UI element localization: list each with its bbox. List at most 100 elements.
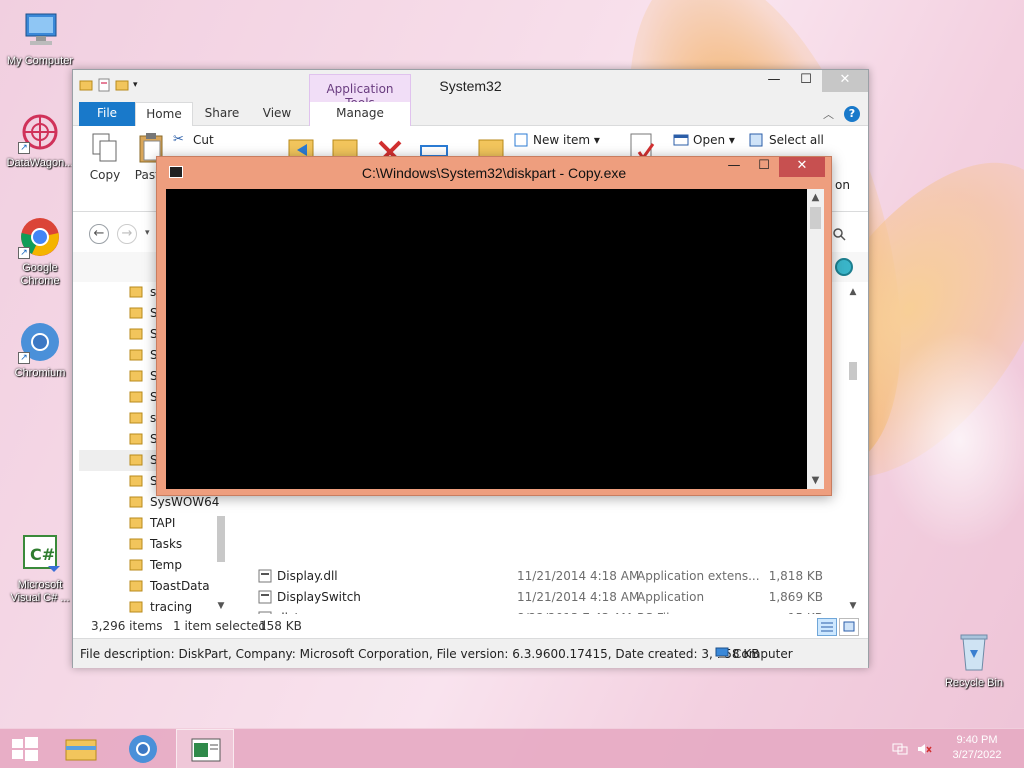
desktop-icon-visual-csharp[interactable]: C# Microsoft Visual C# ... xyxy=(2,532,78,605)
console-title-bar[interactable]: C:\Windows\System32\diskpart - Copy.exe … xyxy=(157,157,831,189)
tab-home[interactable]: Home xyxy=(135,102,193,127)
help-icon[interactable]: ? xyxy=(844,106,860,122)
desktop-icon-google-chrome[interactable]: ↗ Google Chrome xyxy=(2,215,78,288)
file-list-scrollbar[interactable]: ▲ ▼ xyxy=(847,282,861,614)
scroll-down-icon[interactable]: ▼ xyxy=(215,600,227,612)
search-icon[interactable] xyxy=(831,226,851,246)
file-name: Display.dll xyxy=(277,569,338,583)
folder-icon xyxy=(129,328,143,340)
tree-item[interactable]: TAPI xyxy=(79,513,229,534)
file-date: 11/21/2014 4:18 AM xyxy=(517,569,640,583)
tab-view[interactable]: View xyxy=(251,102,303,126)
collapse-ribbon-icon[interactable]: ︿ xyxy=(823,106,834,122)
tab-share[interactable]: Share xyxy=(195,102,249,126)
tree-item[interactable]: ToastData xyxy=(79,576,229,597)
taskbar-file-explorer[interactable] xyxy=(52,729,110,768)
recent-locations-icon[interactable]: ▾ xyxy=(145,228,150,238)
desktop-icon-datawagon[interactable]: ↗ DataWagon... xyxy=(2,110,78,170)
scroll-down-icon[interactable]: ▼ xyxy=(807,472,824,489)
file-name: DisplaySwitch xyxy=(277,590,361,604)
console-output-area[interactable] xyxy=(166,189,807,489)
scroll-up-icon[interactable]: ▲ xyxy=(847,286,859,298)
back-button[interactable]: ← xyxy=(89,224,109,244)
close-button[interactable]: ✕ xyxy=(779,157,825,177)
details-pane: File description: DiskPart, Company: Mic… xyxy=(73,638,868,668)
sync-status-icon xyxy=(835,258,853,276)
recycle-bin-icon xyxy=(952,630,996,674)
folder-icon xyxy=(129,286,143,298)
chromium-icon xyxy=(129,735,157,763)
desktop-icon-recycle-bin[interactable]: Recycle Bin xyxy=(936,630,1012,690)
tab-manage[interactable]: Manage xyxy=(309,102,411,126)
explorer-title-bar[interactable]: ▾ Application Tools System32 — ☐ ✕ xyxy=(73,70,868,126)
ribbon-help-area: ︿ ? xyxy=(823,106,860,122)
scroll-up-icon[interactable]: ▲ xyxy=(807,189,824,206)
desktop-icon-my-computer[interactable]: My Computer xyxy=(2,8,78,68)
file-icon xyxy=(258,569,272,583)
open-icon xyxy=(673,133,689,147)
tree-item[interactable]: tracing xyxy=(79,597,229,614)
tree-item[interactable]: Tasks xyxy=(79,534,229,555)
select-all-button[interactable]: Select all xyxy=(749,133,824,147)
clock[interactable]: 9:40 PM 3/27/2022 xyxy=(942,733,1012,763)
minimize-button[interactable]: — xyxy=(758,70,790,92)
start-button[interactable] xyxy=(0,729,50,768)
cut-button[interactable]: ✂ Cut xyxy=(173,132,214,148)
folder-icon xyxy=(129,475,143,487)
tree-item-label: TAPI xyxy=(150,516,176,530)
selected-count: 1 item selected xyxy=(173,619,267,633)
folder-icon xyxy=(129,412,143,424)
shortcut-arrow-icon: ↗ xyxy=(18,247,30,259)
system-tray: 9:40 PM 3/27/2022 xyxy=(884,729,1024,768)
scrollbar-thumb[interactable] xyxy=(217,516,225,562)
close-button[interactable]: ✕ xyxy=(822,70,868,92)
details-view-button[interactable] xyxy=(817,618,837,636)
new-item-button[interactable]: New item ▾ xyxy=(513,133,600,147)
chrome-icon: ↗ xyxy=(18,215,62,259)
copy-label: Copy xyxy=(89,168,121,182)
maximize-button[interactable]: ☐ xyxy=(749,157,779,177)
tab-file[interactable]: File xyxy=(79,102,135,126)
clock-time: 9:40 PM xyxy=(956,734,998,746)
selected-size: 158 KB xyxy=(259,619,302,633)
tree-item-label: Temp xyxy=(150,558,182,572)
folder-icon xyxy=(129,580,143,592)
window-controls: — ☐ ✕ xyxy=(758,70,868,92)
status-bar: 3,296 items 1 item selected 158 KB xyxy=(73,614,868,638)
large-icons-view-button[interactable] xyxy=(839,618,859,636)
desktop-icon-label: Microsoft Visual C# ... xyxy=(10,579,70,604)
invert-selection-button[interactable]: on xyxy=(835,178,850,192)
folder-icon xyxy=(129,559,143,571)
table-row[interactable]: Display.dll 11/21/2014 4:18 AM Application… xyxy=(253,566,843,587)
minimize-button[interactable]: — xyxy=(719,157,749,177)
copy-button[interactable]: Copy xyxy=(87,132,123,182)
desktop-icon-chromium[interactable]: ↗ Chromium xyxy=(2,320,78,380)
volume-muted-icon[interactable] xyxy=(916,742,932,759)
open-button[interactable]: Open ▾ xyxy=(673,133,735,147)
desktop-icon-label: My Computer xyxy=(6,55,74,67)
clock-date: 3/27/2022 xyxy=(952,749,1002,761)
tree-item-label: ToastData xyxy=(150,579,210,593)
taskbar-diskpart-console[interactable] xyxy=(176,729,234,768)
file-description: File description: DiskPart, Company: Mic… xyxy=(80,647,760,661)
desktop-icon-label: Chromium xyxy=(14,367,66,379)
file-size: 1,818 KB xyxy=(768,569,823,583)
large-icons-view-icon xyxy=(843,621,855,632)
folder-icon xyxy=(129,517,143,529)
taskbar-chromium[interactable] xyxy=(114,729,172,768)
cut-label: Cut xyxy=(193,133,214,147)
tree-item[interactable]: Temp xyxy=(79,555,229,576)
file-size: 1,869 KB xyxy=(768,590,823,604)
console-scrollbar[interactable]: ▲ ▼ xyxy=(807,189,824,489)
table-row[interactable]: DisplaySwitch 11/21/2014 4:18 AM Applicati… xyxy=(253,587,843,608)
scroll-down-icon[interactable]: ▼ xyxy=(847,600,859,612)
scrollbar-thumb[interactable] xyxy=(849,362,857,380)
maximize-button[interactable]: ☐ xyxy=(790,70,822,92)
select-all-label: Select all xyxy=(769,133,824,147)
scissors-icon: ✂ xyxy=(173,132,184,147)
scrollbar-thumb[interactable] xyxy=(810,207,821,229)
desktop-icon-label: Recycle Bin xyxy=(944,677,1004,689)
forward-button[interactable]: → xyxy=(117,224,137,244)
windows-logo-icon xyxy=(12,737,38,761)
network-icon[interactable] xyxy=(892,742,908,759)
